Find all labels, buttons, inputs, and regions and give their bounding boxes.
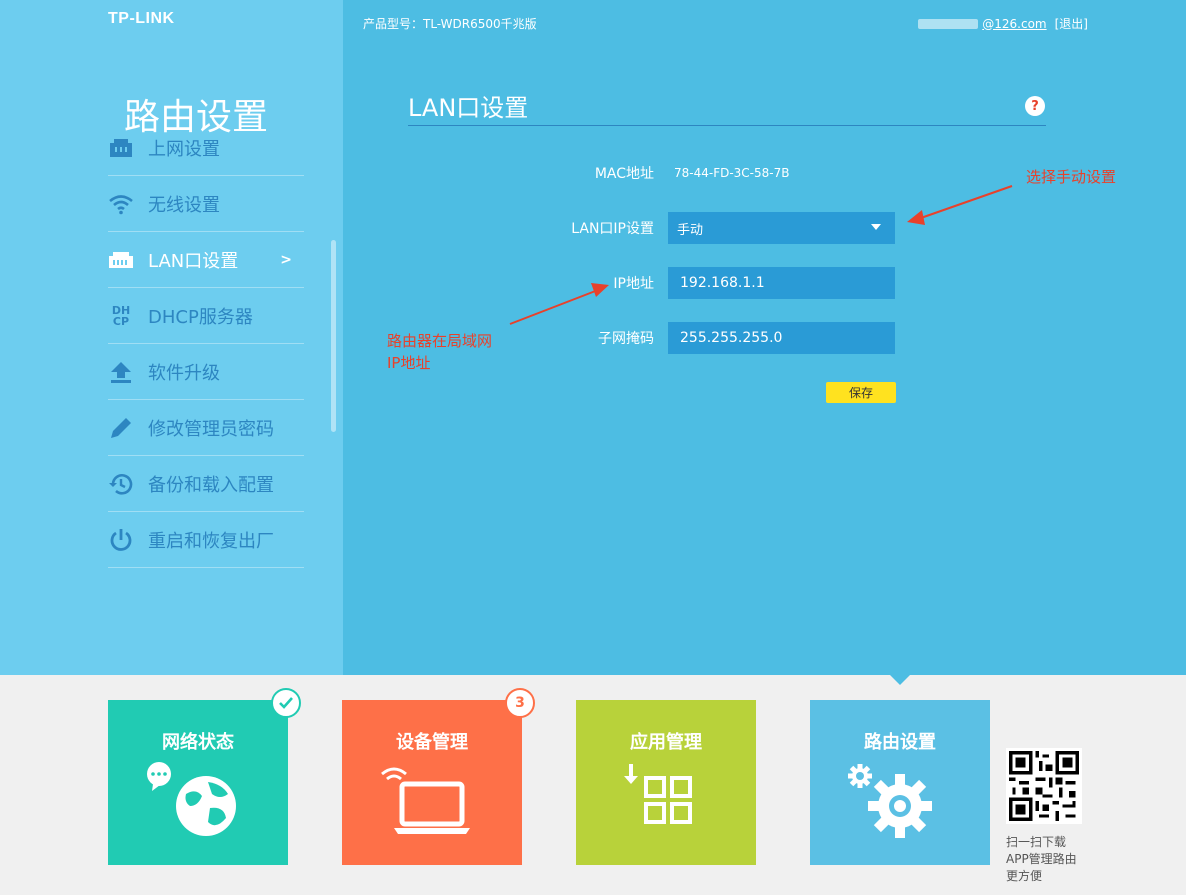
tile-device-management[interactable]: 设备管理 3 <box>342 688 535 865</box>
globe-icon <box>147 762 236 836</box>
tile-label: 设备管理 <box>396 732 468 753</box>
annotation-lan-ip-line1: 路由器在局域网 <box>387 332 493 350</box>
check-icon <box>271 688 301 718</box>
tile-router-settings[interactable]: 路由设置 <box>810 700 990 865</box>
annotation-lan-ip: 路由器在局域网 IP地址 <box>387 330 492 374</box>
qr-caption-line2: APP管理路由 <box>1006 852 1077 866</box>
laptop-icon <box>381 767 470 834</box>
device-count-badge: 3 <box>505 688 535 718</box>
tile-app-management[interactable]: 应用管理 <box>576 700 756 865</box>
tile-network-status[interactable]: 网络状态 <box>108 688 301 865</box>
app-grid-icon <box>624 764 692 824</box>
qr-caption-line1: 扫一扫下载 <box>1006 835 1067 849</box>
tile-label: 网络状态 <box>162 732 234 753</box>
gears-icon <box>848 764 932 838</box>
annotation-lan-ip-line2: IP地址 <box>387 354 431 372</box>
app-qr-code <box>1006 748 1082 824</box>
tile-label: 路由设置 <box>864 732 936 753</box>
active-tile-pointer <box>890 675 910 685</box>
annotation-select-manual: 选择手动设置 <box>1026 168 1117 186</box>
qr-caption: 扫一扫下载 APP管理路由 更方便 <box>1006 834 1096 885</box>
annotation-arrows <box>509 185 1013 325</box>
tile-label: 应用管理 <box>630 732 702 753</box>
qr-caption-line3: 更方便 <box>1006 869 1043 883</box>
